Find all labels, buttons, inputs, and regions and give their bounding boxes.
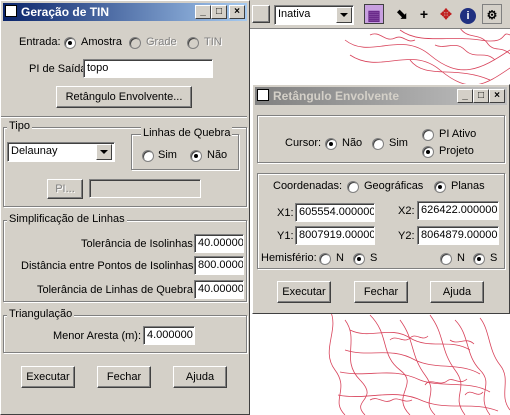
- tolerancia-isolinhas-input[interactable]: 40.00000: [194, 234, 244, 253]
- simplificacao-legend: Simplificação de Linhas: [7, 213, 127, 225]
- cursor-label: Cursor:: [285, 137, 322, 149]
- hemisferio1-n-radio[interactable]: [319, 253, 331, 265]
- y2-input[interactable]: 8064879.000000: [417, 226, 499, 245]
- executar-button[interactable]: Executar: [21, 366, 75, 388]
- close-button[interactable]: ×: [489, 89, 505, 103]
- tolerancia-isolinhas-label: Tolerância de Isolinhas:: [81, 238, 196, 250]
- menor-aresta-label: Menor Aresta (m):: [53, 330, 142, 342]
- amostra-radio[interactable]: [64, 37, 76, 49]
- minimize-button[interactable]: _: [457, 89, 473, 103]
- ret-fechar-button[interactable]: Fechar: [354, 281, 408, 303]
- hemisferio2-s-label: S: [490, 252, 498, 264]
- add-point-icon[interactable]: +: [414, 4, 434, 24]
- cursor-sim-label: Sim: [389, 137, 408, 149]
- hemisferio1-s-label: S: [370, 252, 378, 264]
- ret-ajuda-button[interactable]: Ajuda: [430, 281, 484, 303]
- planas-label: Planas: [451, 180, 485, 192]
- pan-icon[interactable]: ✥: [436, 4, 456, 24]
- toolbar-grip-button[interactable]: [252, 5, 270, 23]
- pi-ativo-label: PI Ativo: [439, 128, 477, 140]
- tin-title: Geração de TIN: [21, 5, 110, 19]
- window-icon: [5, 5, 17, 17]
- hemisferio2-n-radio[interactable]: [440, 253, 452, 265]
- x1-input[interactable]: 605554.000000: [295, 203, 375, 222]
- tipo-legend: Tipo: [7, 120, 32, 132]
- planas-radio[interactable]: [434, 181, 446, 193]
- x1-label: X1:: [277, 207, 294, 219]
- pi-input[interactable]: [89, 179, 201, 198]
- layer-select-arrow[interactable]: [336, 7, 352, 23]
- geograficas-radio[interactable]: [347, 181, 359, 193]
- tin-window: Geração de TIN _ □ × Entrada: Amostra Gr…: [0, 0, 250, 415]
- cursor-nao-radio[interactable]: [325, 138, 337, 150]
- zoom-in-area-icon[interactable]: ⬊: [392, 4, 412, 24]
- quebra-nao-label: Não: [207, 149, 228, 161]
- ret-executar-button[interactable]: Executar: [277, 281, 331, 303]
- quebra-nao-radio[interactable]: [190, 150, 202, 162]
- ret-titlebar[interactable]: Retângulo Envolvente _ □ ×: [255, 87, 507, 105]
- pi-ativo-radio[interactable]: [422, 129, 434, 141]
- amostra-label: Amostra: [81, 36, 122, 48]
- settings-icon[interactable]: ⚙: [482, 4, 502, 24]
- tipo-select-value: Delaunay: [11, 145, 58, 157]
- tolerancia-quebra-input[interactable]: 40.00000: [194, 280, 244, 299]
- tolerancia-quebra-label: Tolerância de Linhas de Quebra:: [37, 284, 196, 296]
- map-toolbar: Inativa ▦ ⬊ + ✥ i ⚙: [250, 0, 510, 29]
- y2-label: Y2:: [398, 230, 415, 242]
- quebra-sim-label: Sim: [158, 149, 177, 161]
- minimize-button[interactable]: _: [195, 5, 211, 19]
- ajuda-button[interactable]: Ajuda: [173, 366, 227, 388]
- grade-radio[interactable]: [129, 37, 141, 49]
- ret-title: Retângulo Envolvente: [273, 89, 400, 103]
- x2-input[interactable]: 626422.000000: [417, 201, 499, 220]
- x2-label: X2:: [398, 205, 415, 217]
- window-icon: [257, 89, 269, 101]
- maximize-button[interactable]: □: [211, 5, 227, 19]
- projeto-radio[interactable]: [422, 146, 434, 158]
- hemisferio2-s-radio[interactable]: [473, 253, 485, 265]
- hemisferio2-n-label: N: [457, 252, 465, 264]
- tipo-select-arrow[interactable]: [96, 144, 112, 160]
- pi-saida-input[interactable]: topo: [83, 59, 213, 78]
- tin-radio[interactable]: [187, 37, 199, 49]
- pi-button[interactable]: PI...: [47, 179, 83, 199]
- cursor-nao-label: Não: [342, 137, 363, 149]
- menor-aresta-input[interactable]: 4.000000: [143, 326, 195, 345]
- projeto-label: Projeto: [439, 145, 474, 157]
- close-button[interactable]: ×: [229, 5, 245, 19]
- distancia-label: Distância entre Pontos de Isolinhas:: [21, 260, 197, 272]
- hemisferio1-n-label: N: [336, 252, 344, 264]
- retangulo-window: Retângulo Envolvente _ □ × Cursor: Não S…: [252, 84, 510, 314]
- layer-select-value: Inativa: [278, 8, 311, 20]
- tin-titlebar[interactable]: Geração de TIN _ □ ×: [3, 3, 247, 21]
- hemisferio-label: Hemisfério:: [261, 252, 317, 264]
- entrada-label: Entrada:: [19, 36, 61, 48]
- quebra-sim-radio[interactable]: [142, 150, 154, 162]
- linhas-quebra-legend: Linhas de Quebra: [141, 127, 233, 139]
- info-icon[interactable]: i: [458, 4, 478, 24]
- cursor-sim-radio[interactable]: [372, 138, 384, 150]
- y1-label: Y1:: [277, 230, 294, 242]
- grid-icon[interactable]: ▦: [364, 4, 384, 24]
- separator: [1, 116, 247, 118]
- hemisferio1-s-radio[interactable]: [353, 253, 365, 265]
- geograficas-label: Geográficas: [364, 180, 424, 192]
- distancia-input[interactable]: 800.0000: [194, 256, 244, 275]
- maximize-button[interactable]: □: [473, 89, 489, 103]
- grade-label: Grade: [146, 36, 177, 48]
- fechar-button[interactable]: Fechar: [97, 366, 151, 388]
- retangulo-envolvente-button[interactable]: Retângulo Envolvente...: [56, 86, 192, 108]
- tin-label: TIN: [204, 36, 222, 48]
- triangulacao-legend: Triangulação: [7, 308, 75, 320]
- coordenadas-label: Coordenadas:: [273, 180, 343, 192]
- y1-input[interactable]: 8007919.000000: [295, 226, 375, 245]
- pi-saida-label: PI de Saída:: [29, 63, 90, 75]
